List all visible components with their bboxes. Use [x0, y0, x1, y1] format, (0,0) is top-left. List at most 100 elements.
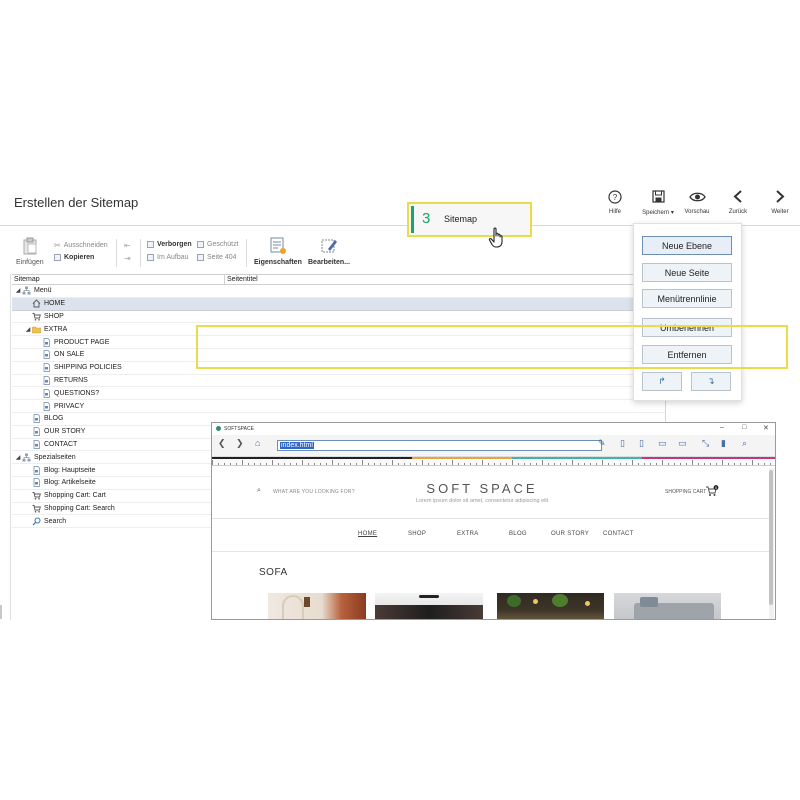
new-page-button[interactable]: Neue Seite [642, 263, 732, 282]
tree-row[interactable]: ◢ EXTRA [12, 323, 665, 337]
protected-toggle[interactable]: Geschützt [197, 241, 239, 248]
page-icon [32, 478, 41, 488]
zoom-icon[interactable]: ⌕ [742, 438, 747, 449]
cart-count: 0 [715, 486, 717, 490]
cut-button[interactable]: ✂ Ausschneiden [54, 241, 108, 250]
forward-arrow-icon[interactable]: ❯ [236, 438, 244, 449]
ruler-tick [590, 463, 591, 465]
expand-toggle-icon[interactable]: ◢ [14, 287, 22, 294]
tree-row[interactable]: PRODUCT PAGE [12, 336, 665, 349]
ruler-tick [734, 463, 735, 465]
close-icon[interactable]: ✕ [763, 424, 769, 432]
ruler-tick [434, 463, 435, 465]
site-nav-our-story[interactable]: OUR STORY [551, 531, 589, 537]
shopping-cart-link[interactable]: SHOPPING CART [665, 489, 706, 495]
rename-button[interactable]: Umbenennen [642, 318, 732, 337]
resize-icon[interactable]: ⤡ [702, 438, 709, 449]
home-icon[interactable]: ⌂ [255, 438, 260, 448]
new-level-button[interactable]: Neue Ebene [642, 236, 732, 255]
edit-page-icon[interactable]: ✎ [598, 438, 606, 449]
phone-view-icon[interactable]: ▯ [620, 438, 625, 449]
ruler-tick [368, 463, 369, 465]
website-preview: ⌕ WHAT ARE YOU LOOKING FOR? SOFT SPACE L… [212, 467, 769, 619]
copy-button[interactable]: Kopieren [54, 254, 94, 261]
column-header-sitemap[interactable]: Sitemap [14, 276, 40, 283]
scrollbar-thumb[interactable] [769, 470, 773, 605]
device-icon[interactable]: ▮ [721, 438, 726, 449]
product-image-3[interactable] [497, 593, 604, 619]
copy-label: Kopieren [64, 254, 95, 261]
ruler-tick [410, 463, 411, 465]
help-button[interactable]: ? Hilfe [595, 189, 635, 215]
ruler-tick [458, 463, 459, 465]
indent-left-button[interactable]: ⇤ [124, 241, 131, 250]
site-nav-shop[interactable]: SHOP [408, 531, 426, 537]
expand-toggle-icon[interactable]: ◢ [24, 326, 32, 333]
product-image-2[interactable] [375, 593, 483, 619]
ruler-tick [404, 463, 405, 465]
step-badge[interactable]: 3 Sitemap [407, 202, 532, 237]
hidden-page-icon [147, 241, 154, 248]
remove-button[interactable]: Entfernen [642, 345, 732, 364]
save-button[interactable]: Speichern ▾ [638, 189, 678, 216]
back-button[interactable]: Zurück [718, 189, 758, 215]
column-header-page-title[interactable]: Seitentitel [227, 276, 258, 283]
ruler-tick [302, 460, 303, 465]
site-nav-home[interactable]: HOME [358, 531, 377, 537]
back-arrow-icon[interactable]: ❮ [218, 438, 226, 449]
site-search-placeholder[interactable]: WHAT ARE YOU LOOKING FOR? [273, 489, 355, 495]
tree-row[interactable]: ◢ Menü [12, 285, 665, 298]
url-input[interactable]: index.html [277, 440, 602, 451]
ruler-tick [614, 463, 615, 465]
edit-button[interactable]: Bearbeiten... [308, 237, 350, 266]
product-image-4[interactable] [614, 593, 721, 619]
minimize-icon[interactable]: – [720, 424, 724, 431]
move-up-button[interactable]: ↱ [642, 372, 682, 391]
tree-row-label: ON SALE [54, 351, 85, 359]
tree-row[interactable]: QUESTIONS? [12, 387, 665, 401]
ruler-tick [284, 463, 285, 465]
page404-icon [197, 254, 204, 261]
page-icon [32, 414, 41, 424]
site-nav-extra[interactable]: EXTRA [457, 531, 479, 537]
tree-row[interactable]: SHIPPING POLICIES [12, 362, 665, 375]
sitemap-icon [22, 453, 31, 462]
search-icon[interactable]: ⌕ [257, 487, 261, 495]
tree-row[interactable]: RETURNS [12, 375, 665, 388]
tablet-landscape-icon[interactable]: ▭ [658, 438, 667, 449]
ruler-tick [506, 463, 507, 465]
site-logo[interactable]: SOFT SPACE [382, 481, 582, 496]
ruler-tick [740, 463, 741, 465]
tablet-view-icon[interactable]: ▯ [639, 438, 644, 449]
page404-toggle[interactable]: Seite 404 [197, 254, 237, 261]
under-construction-toggle[interactable]: Im Aufbau [147, 254, 189, 261]
paste-button[interactable]: Einfügen [16, 237, 44, 266]
ruler-tick [518, 463, 519, 465]
hand-pointer-icon [488, 227, 506, 254]
hidden-toggle[interactable]: Verborgen [147, 241, 192, 248]
shopping-cart-icon[interactable]: 0 [705, 484, 719, 502]
expand-toggle-icon[interactable]: ◢ [14, 454, 22, 461]
product-image-1[interactable] [268, 593, 366, 619]
column-resizer[interactable] [224, 275, 225, 284]
maximize-icon[interactable]: □ [742, 424, 746, 431]
tree-row[interactable]: SHOP [12, 311, 665, 324]
menu-separator-button[interactable]: Menütrennlinie [642, 289, 732, 308]
indent-right-button[interactable]: ⇥ [124, 254, 131, 263]
site-nav-blog[interactable]: BLOG [509, 531, 527, 537]
url-text: index.html [280, 442, 314, 449]
clipboard-icon [22, 237, 38, 257]
next-button[interactable]: Weiter [760, 189, 800, 215]
tree-row[interactable]: ON SALE [12, 349, 665, 362]
site-nav-contact[interactable]: CONTACT [603, 531, 634, 537]
nav-bottom-border [212, 551, 769, 552]
properties-button[interactable]: Eigenschaften [254, 237, 302, 266]
tree-row[interactable]: HOME [12, 297, 665, 311]
tree-row[interactable]: PRIVACY [12, 400, 665, 413]
next-label: Weiter [771, 209, 789, 215]
move-down-button[interactable]: ↴ [691, 372, 731, 391]
eye-icon [688, 191, 706, 205]
ruler-tick [344, 463, 345, 465]
preview-button[interactable]: Vorschau [677, 189, 717, 215]
desktop-view-icon[interactable]: ▭ [678, 438, 687, 449]
